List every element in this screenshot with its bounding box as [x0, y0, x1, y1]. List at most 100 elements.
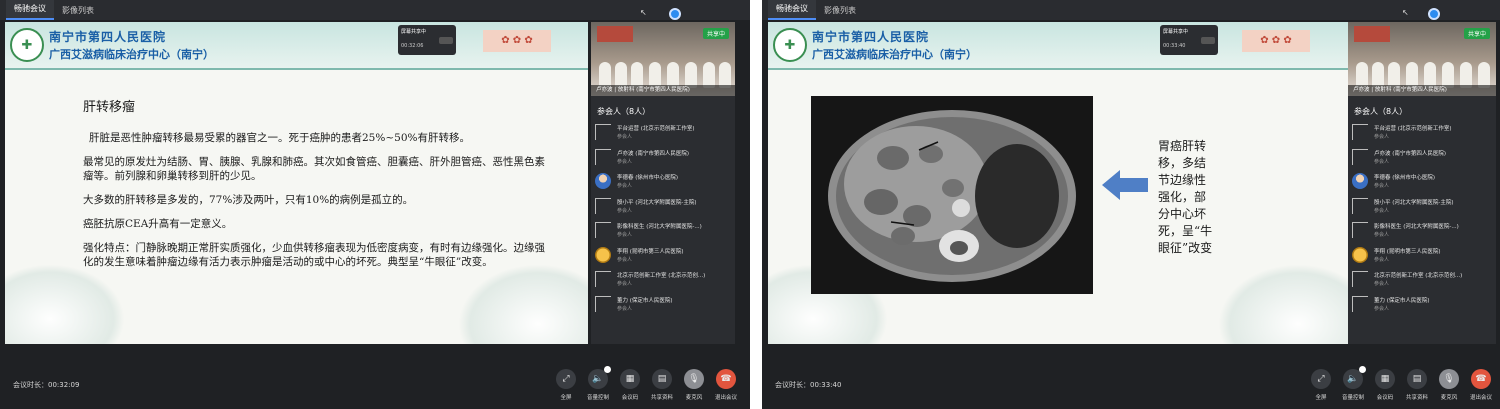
ct-caption: 胃癌肝转移，多结节边缘性强化，部分中心坏死，呈“牛眼征”改变 [1158, 139, 1213, 255]
participant-name: 李德春 (徐州市中心医院) [1374, 175, 1436, 181]
participant-role: 参会人 [617, 183, 633, 189]
meeting-duration: 会议时长：00:32:09 [13, 381, 80, 389]
hospital-name: 南宁市第四人民医院 [49, 30, 167, 44]
avatar [595, 246, 611, 263]
leave-meeting-button[interactable]: ☎ 退出会议 [715, 369, 737, 401]
participant-role: 参会人 [1374, 207, 1390, 214]
participant-list: 平台运营 (北京示范创新工作室) 参会人 卢亦波 (南宁市第四人民医院) 参会人 李… [595, 122, 731, 318]
control-label: 麦克风 [1440, 395, 1458, 401]
fullscreen-icon: ⤢ [556, 369, 576, 389]
microphone-button[interactable]: 🎙 麦克风 [683, 369, 705, 401]
volume-icon: 🔈 [1343, 366, 1366, 389]
tab-meeting[interactable]: 畅驰会议 [6, 0, 54, 20]
control-bar: ⤢ 全屏 🔈 音量控制 ▦ 会议码 ▤ 共享资料 🎙 麦克风 ☎ 退出会议 [1310, 366, 1492, 401]
control-label: 全屏 [560, 395, 572, 401]
tab-meeting[interactable]: 畅驰会议 [768, 0, 816, 20]
tab-image-list[interactable]: 影像列表 [54, 2, 102, 20]
hospital-subtitle: 广西艾滋病临床治疗中心（南宁） [812, 48, 977, 61]
qr-code-icon: ▦ [620, 369, 640, 389]
participant-item[interactable]: 平台运营 (北京示范创新工作室) 参会人 [595, 122, 731, 147]
fullscreen-icon: ⤢ [1311, 369, 1331, 389]
avatar [1352, 222, 1368, 238]
avatar [1352, 124, 1368, 140]
stop-share-button[interactable] [1201, 37, 1215, 44]
participant-name: 李翔 (昆明市第三人民医院) [1374, 248, 1441, 255]
participant-item[interactable]: 李德春 (徐州市中心医院) 参会人 [1352, 171, 1492, 196]
control-label: 全屏 [1315, 395, 1327, 401]
tab-bar: 畅驰会议 影像列表 ↖ [762, 0, 1500, 20]
share-document-button[interactable]: ▤ 共享资料 [651, 369, 673, 401]
control-label: 音量控制 [587, 395, 610, 401]
video-caption: 卢亦波 | 放射科 (南宁市第四人民医院) [1348, 85, 1496, 96]
status-dot-icon[interactable] [669, 8, 681, 20]
participant-role: 参会人 [1374, 183, 1390, 189]
slide-title: 肝转移瘤 [83, 100, 136, 115]
status-dot-icon[interactable] [1428, 8, 1440, 20]
share-document-button[interactable]: ▤ 共享资料 [1406, 369, 1428, 401]
microphone-button[interactable]: 🎙 麦克风 [1438, 369, 1460, 401]
participant-role: 参会人 [1374, 232, 1390, 238]
participant-item[interactable]: 李翔 (昆明市第三人民医院) 参会人 [595, 245, 731, 270]
avatar [595, 124, 611, 140]
ct-scan-graphic [811, 96, 1093, 294]
control-bar: ⤢ 全屏 🔈 音量控制 ▦ 会议码 ▤ 共享资料 🎙 麦克风 ☎ 退出会议 [555, 366, 737, 401]
participant-item[interactable]: 影像科医生 (河北大学附属医院-...) 参会人 [1352, 220, 1492, 245]
volume-button[interactable]: 🔈 音量控制 [587, 366, 611, 401]
slide-paragraph: 最常见的原发灶为结肠、胃、胰腺、乳腺和肺癌。其次如食管癌、胆囊癌、肝外胆管癌、恶… [83, 156, 545, 182]
tab-image-list[interactable]: 影像列表 [816, 2, 864, 20]
meeting-code-button[interactable]: ▦ 会议码 [619, 369, 641, 401]
volume-icon: 🔈 [588, 366, 611, 389]
screen-share-indicator: 屏幕共享中 00:33:40 [1160, 25, 1218, 55]
document-icon: ▤ [652, 369, 672, 389]
hospital-banner: ✚ 南宁市第四人民医院 广西艾滋病临床治疗中心（南宁） 屏幕共享中 00:32:… [5, 22, 588, 70]
arrow-left-icon [1102, 170, 1148, 200]
control-label: 退出会议 [715, 395, 738, 401]
avatar [595, 173, 611, 189]
participant-item[interactable]: 殷小平 (河北大学附属医院-主院) 参会人 [1352, 196, 1492, 221]
calligraphy-image: ✿ ✿ ✿ [1242, 30, 1310, 52]
sharing-badge: 共享中 [1463, 28, 1490, 39]
stop-share-button[interactable] [439, 37, 453, 44]
fullscreen-button[interactable]: ⤢ 全屏 [1310, 369, 1332, 401]
sharing-status: 屏幕共享中 [401, 29, 427, 35]
presenter-video[interactable]: 共享中 卢亦波 | 放射科 (南宁市第四人民医院) [1348, 22, 1496, 96]
participant-item[interactable]: 平台运营 (北京示范创新工作室) 参会人 [1352, 122, 1492, 147]
participant-role: 参会人 [617, 232, 633, 238]
volume-button[interactable]: 🔈 音量控制 [1342, 366, 1366, 401]
meeting-window-left: 畅驰会议 影像列表 ↖ ✚ 南宁市第四人民医院 广西艾滋病临床治疗中心（南宁） … [0, 0, 750, 409]
meeting-code-button[interactable]: ▦ 会议码 [1374, 369, 1396, 401]
participant-item[interactable]: 卢亦波 (南宁市第四人民医院) 参会人 [1352, 147, 1492, 172]
avatar [1352, 148, 1368, 165]
slide-paragraph: 肝脏是恶性肿瘤转移最易受累的器官之一。死于癌肿的患者25%~50%有肝转移。 [89, 132, 470, 144]
fullscreen-button[interactable]: ⤢ 全屏 [555, 369, 577, 401]
participant-item[interactable]: 董力 (保定市人民医院) 参会人 [1352, 294, 1492, 319]
qr-code-icon: ▦ [1375, 369, 1395, 389]
meeting-duration: 会议时长：00:33:40 [775, 381, 842, 389]
participant-item[interactable]: 李翔 (昆明市第三人民医院) 参会人 [1352, 245, 1492, 270]
participant-name: 平台运营 (北京示范创新工作室) [617, 126, 695, 132]
participant-item[interactable]: 影像科医生 (河北大学附属医院-...) 参会人 [595, 220, 731, 245]
participant-name: 董力 (保定市人民医院) [617, 297, 673, 304]
cursor-icon: ↖ [640, 8, 647, 17]
participant-role: 参会人 [1374, 256, 1390, 263]
avatar [595, 197, 611, 214]
video-caption: 卢亦波 | 放射科 (南宁市第四人民医院) [591, 85, 735, 96]
presenter-video[interactable]: 共享中 卢亦波 | 放射科 (南宁市第四人民医院) [591, 22, 735, 96]
participant-item[interactable]: 北京示范创新工作室 (北京示范创...) 参会人 [595, 269, 731, 294]
participant-name: 平台运营 (北京示范创新工作室) [1374, 126, 1452, 132]
participant-role: 参会人 [1374, 305, 1390, 312]
participant-item[interactable]: 李德春 (徐州市中心医院) 参会人 [595, 171, 731, 196]
participant-item[interactable]: 董力 (保定市人民医院) 参会人 [595, 294, 731, 319]
participant-role: 参会人 [1374, 134, 1390, 140]
participant-role: 参会人 [617, 134, 633, 140]
shared-slide: ✚ 南宁市第四人民医院 广西艾滋病临床治疗中心（南宁） 屏幕共享中 00:32:… [5, 22, 588, 344]
avatar [1352, 295, 1368, 312]
participant-name: 董力 (保定市人民医院) [1374, 297, 1430, 304]
leave-meeting-button[interactable]: ☎ 退出会议 [1470, 369, 1492, 401]
avatar [595, 295, 611, 312]
control-label: 会议码 [621, 395, 639, 401]
participant-item[interactable]: 北京示范创新工作室 (北京示范创...) 参会人 [1352, 269, 1492, 294]
participant-item[interactable]: 卢亦波 (南宁市第四人民医院) 参会人 [595, 147, 731, 172]
participant-role: 参会人 [617, 207, 633, 214]
participant-item[interactable]: 殷小平 (河北大学附属医院-主院) 参会人 [595, 196, 731, 221]
